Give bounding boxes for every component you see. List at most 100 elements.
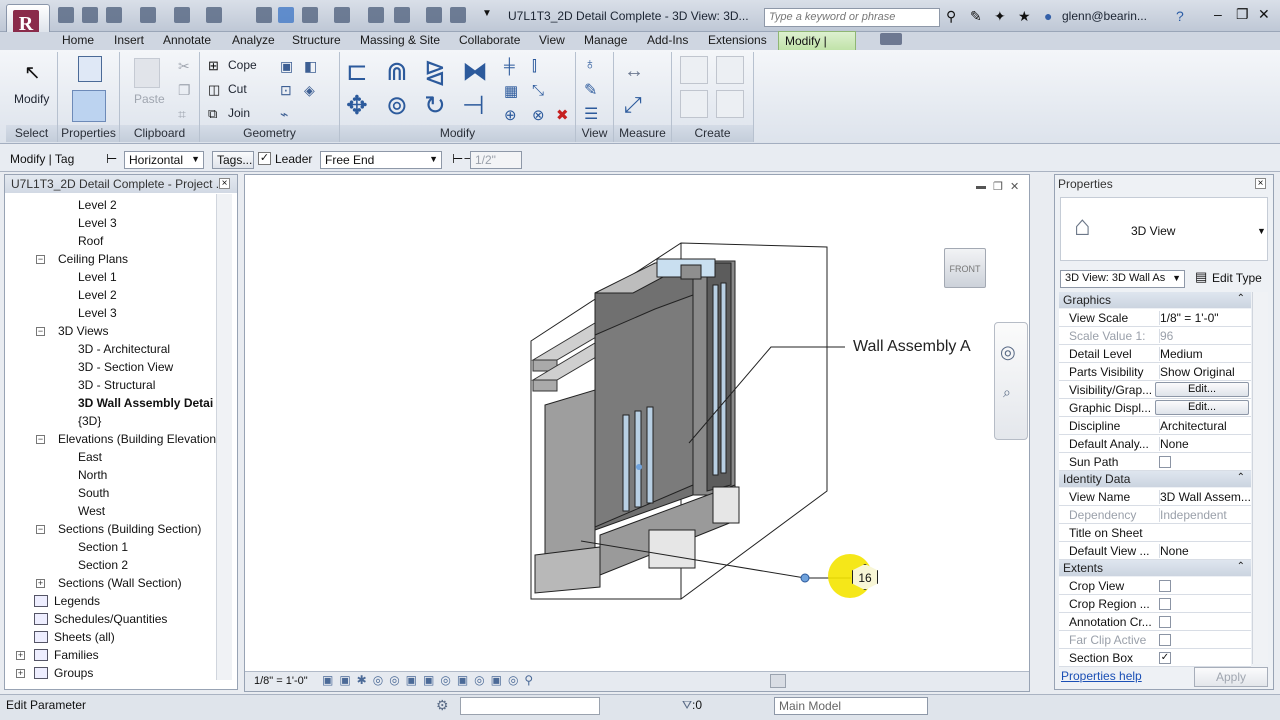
minimize-icon[interactable]: –: [1214, 6, 1222, 22]
browser-item[interactable]: 3D - Architectural: [78, 342, 170, 356]
browser-item[interactable]: Section 2: [78, 558, 128, 572]
orientation-select[interactable]: Horizontal ▼: [124, 151, 204, 169]
browser-item[interactable]: East: [78, 450, 102, 464]
viewcube[interactable]: FRONT: [944, 248, 986, 288]
browser-item[interactable]: Roof: [78, 234, 103, 248]
edit-type-button[interactable]: Edit Type: [1212, 271, 1262, 285]
copy-icon[interactable]: ❐: [178, 82, 191, 99]
worksets-icon[interactable]: ⚙: [436, 697, 449, 714]
override-graphics-icon[interactable]: ✎: [584, 80, 597, 100]
property-value[interactable]: None: [1159, 544, 1251, 558]
design-option-select[interactable]: Main Model: [774, 697, 928, 715]
close-hidden-icon[interactable]: [426, 7, 442, 23]
browser-item[interactable]: Sections (Wall Section): [58, 576, 182, 590]
tab-modify-tag[interactable]: Modify | Tag: [778, 31, 856, 62]
wall-assembly-label[interactable]: Wall Assembly A: [853, 338, 971, 356]
leader-end-select[interactable]: Free End ▼: [320, 151, 442, 169]
tags-button[interactable]: Tags...: [212, 151, 254, 169]
cursor-arrow-icon[interactable]: ↖: [24, 60, 41, 85]
property-row[interactable]: Crop View: [1059, 577, 1251, 595]
view-scale[interactable]: 1/8" = 1'-0": [254, 675, 308, 687]
property-value[interactable]: 96: [1159, 329, 1251, 343]
lightbulb-icon[interactable]: ♁: [584, 56, 596, 74]
close-icon[interactable]: ✕: [1258, 6, 1270, 23]
apply-button[interactable]: Apply: [1194, 667, 1268, 687]
browser-item[interactable]: Families: [54, 648, 99, 662]
print-icon[interactable]: [206, 7, 222, 23]
property-value[interactable]: Medium: [1159, 347, 1251, 361]
expand-toggle-icon[interactable]: +: [16, 669, 25, 678]
expand-toggle-icon[interactable]: −: [36, 255, 45, 264]
undo-icon[interactable]: [140, 7, 156, 23]
browser-item[interactable]: South: [78, 486, 109, 500]
close-icon[interactable]: ×: [1255, 178, 1266, 189]
sync-icon[interactable]: [106, 7, 122, 23]
offset-icon[interactable]: ⋒: [386, 56, 408, 87]
property-checkbox[interactable]: [1159, 456, 1171, 468]
property-row[interactable]: Far Clip Active: [1059, 631, 1251, 649]
property-row[interactable]: Default View ... None: [1059, 542, 1251, 560]
instance-filter-select[interactable]: 3D View: 3D Wall As ▼: [1060, 270, 1185, 288]
create-group-icon[interactable]: [680, 90, 708, 118]
property-row[interactable]: Title on Sheet: [1059, 524, 1251, 542]
browser-item[interactable]: Sheets (all): [54, 630, 115, 644]
expand-toggle-icon[interactable]: −: [36, 525, 45, 534]
browser-item[interactable]: Groups: [54, 666, 93, 680]
delete-icon[interactable]: ✖: [556, 106, 569, 124]
measure-qat-icon[interactable]: [256, 7, 272, 23]
edit-button[interactable]: Edit...: [1155, 382, 1249, 397]
align-icon[interactable]: ⊏: [346, 56, 368, 87]
cope-button[interactable]: Cope: [228, 58, 257, 72]
open-icon[interactable]: [58, 7, 74, 23]
edit-button[interactable]: Edit...: [1155, 400, 1249, 415]
qat-dropdown-icon[interactable]: ▼: [482, 8, 492, 19]
property-checkbox[interactable]: [1159, 598, 1171, 610]
property-checkbox[interactable]: ✓: [1159, 652, 1171, 664]
active-workset-select[interactable]: [460, 697, 600, 715]
subscription-icon[interactable]: ✎: [970, 8, 986, 24]
leader-end-grip-icon[interactable]: [636, 464, 642, 470]
cut-geometry-icon[interactable]: ◫: [208, 82, 220, 98]
expand-toggle-icon[interactable]: −: [36, 435, 45, 444]
property-checkbox[interactable]: [1159, 616, 1171, 628]
join-button[interactable]: Join: [228, 106, 250, 120]
chevron-down-icon[interactable]: ▼: [1257, 226, 1266, 236]
array-icon[interactable]: ▦: [504, 82, 518, 100]
browser-item[interactable]: Level 2: [78, 198, 117, 212]
browser-item[interactable]: {3D}: [78, 414, 101, 428]
help-icon[interactable]: ?: [1176, 8, 1192, 24]
binoculars-icon[interactable]: ⚲: [946, 8, 962, 24]
browser-item[interactable]: North: [78, 468, 107, 482]
cut-icon[interactable]: ✂: [178, 58, 190, 75]
tag-qat-icon[interactable]: [278, 7, 294, 23]
ribbon-minimize-icon[interactable]: [880, 33, 902, 45]
browser-item[interactable]: Sections (Building Section): [58, 522, 201, 536]
browser-item[interactable]: 3D - Section View: [78, 360, 173, 374]
property-group-header[interactable]: Graphics ⌃: [1059, 292, 1251, 308]
property-row[interactable]: Section Box ✓: [1059, 649, 1251, 667]
tab-insert[interactable]: Insert: [114, 33, 144, 47]
property-value[interactable]: None: [1159, 437, 1251, 451]
paste-icon[interactable]: [134, 58, 160, 88]
horizontal-scroll-thumb[interactable]: [770, 674, 786, 688]
split-gap-icon[interactable]: ⫿: [532, 58, 537, 75]
properties-toggle-icon[interactable]: [72, 90, 106, 122]
create-similar-icon[interactable]: [716, 90, 744, 118]
browser-item[interactable]: Schedules/Quantities: [54, 612, 167, 626]
collapse-icon[interactable]: ⌃: [1237, 561, 1245, 572]
property-group-header[interactable]: Identity Data ⌃: [1059, 471, 1251, 487]
thin-lines-icon[interactable]: [394, 7, 410, 23]
mirror-draw-icon[interactable]: ⧓: [462, 56, 488, 87]
paint-icon[interactable]: ◧: [304, 58, 317, 75]
property-row[interactable]: Sun Path: [1059, 453, 1251, 471]
split-element-icon[interactable]: ╪: [504, 58, 515, 75]
modify-button[interactable]: Modify: [14, 92, 49, 106]
tab-annotate[interactable]: Annotate: [163, 33, 211, 47]
section-qat-icon[interactable]: [368, 7, 384, 23]
wall-joins-icon[interactable]: ⊡: [280, 82, 292, 99]
move-icon[interactable]: ✥: [346, 90, 368, 121]
browser-item[interactable]: Section 1: [78, 540, 128, 554]
property-checkbox[interactable]: [1159, 634, 1171, 646]
property-row[interactable]: Crop Region ...: [1059, 595, 1251, 613]
collapse-icon[interactable]: ⌃: [1237, 472, 1245, 483]
